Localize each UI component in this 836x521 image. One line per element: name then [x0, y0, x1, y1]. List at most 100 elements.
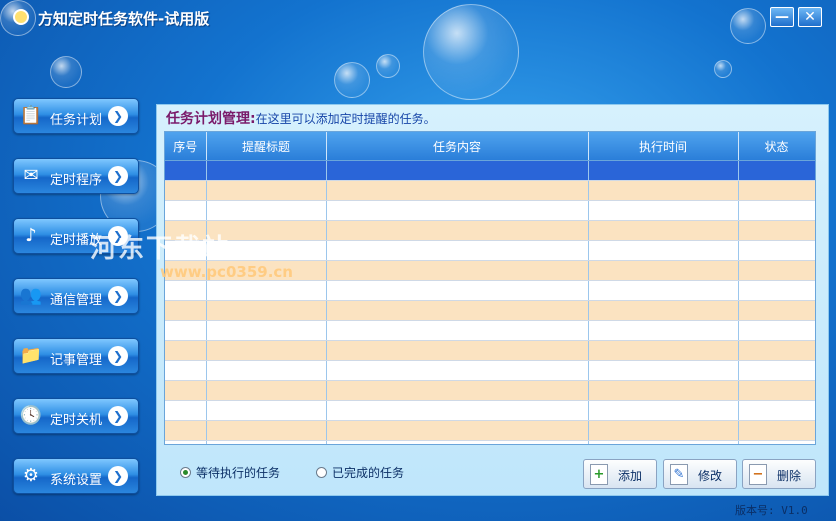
table-cell: [588, 200, 739, 221]
nav-contacts-button[interactable]: 👥 通信管理 ❯: [13, 278, 139, 314]
table-cell: [588, 180, 739, 201]
table-cell: [165, 280, 207, 301]
table-cell: [738, 360, 815, 381]
table-cell: [738, 440, 815, 444]
table-cell: [738, 380, 815, 401]
table-cell: [165, 420, 207, 441]
filter-done-radio[interactable]: 已完成的任务: [316, 464, 404, 481]
table-cell: [165, 440, 207, 444]
bubble-decoration: [376, 54, 400, 78]
nav-timed-playback-button[interactable]: ♪ 定时播放 ❯: [13, 218, 139, 254]
table-cell: [738, 220, 815, 241]
table-header-row: 序号 提醒标题 任务内容 执行时间 状态: [165, 132, 815, 161]
table-cell: [326, 260, 589, 281]
task-plan-panel: 任务计划管理:在这里可以添加定时提醒的任务。 序号 提醒标题 任务内容 执行时间…: [156, 104, 829, 496]
column-header-index[interactable]: 序号: [165, 132, 207, 161]
column-header-time[interactable]: 执行时间: [588, 132, 739, 161]
table-row[interactable]: [165, 240, 815, 261]
table-cell: [738, 200, 815, 221]
table-cell: [206, 420, 327, 441]
bubble-decoration: [714, 60, 732, 78]
nav-label: 记事管理: [50, 353, 103, 368]
table-cell: [165, 300, 207, 321]
clock-icon: [13, 9, 29, 25]
table-row[interactable]: [165, 160, 815, 181]
table-row[interactable]: [165, 220, 815, 241]
task-table[interactable]: 序号 提醒标题 任务内容 执行时间 状态: [164, 131, 816, 445]
table-cell: [738, 340, 815, 361]
nav-notes-button[interactable]: 📁 记事管理 ❯: [13, 338, 139, 374]
column-header-content[interactable]: 任务内容: [326, 132, 589, 161]
table-cell: [326, 420, 589, 441]
version-label: 版本号: V1.0: [735, 504, 808, 517]
table-row[interactable]: [165, 320, 815, 341]
chevron-right-icon: ❯: [108, 466, 128, 486]
table-cell: [738, 280, 815, 301]
table-row[interactable]: [165, 440, 815, 444]
table-cell: [326, 400, 589, 421]
table-cell: [206, 300, 327, 321]
minimize-button[interactable]: —: [770, 7, 794, 27]
column-header-title[interactable]: 提醒标题: [206, 132, 327, 161]
table-cell: [326, 380, 589, 401]
table-cell: [588, 320, 739, 341]
table-row[interactable]: [165, 300, 815, 321]
music-note-icon: ♪: [25, 225, 37, 246]
delete-button[interactable]: − 删除: [742, 459, 816, 489]
table-cell: [588, 280, 739, 301]
table-cell: [326, 360, 589, 381]
table-cell: [206, 260, 327, 281]
table-cell: [165, 320, 207, 341]
table-cell: [326, 160, 589, 181]
close-button[interactable]: ✕: [798, 7, 822, 27]
table-cell: [588, 380, 739, 401]
filter-pending-radio[interactable]: 等待执行的任务: [180, 464, 280, 481]
table-row[interactable]: [165, 260, 815, 281]
table-cell: [738, 320, 815, 341]
clock-icon: 🕓: [19, 405, 43, 426]
table-row[interactable]: [165, 180, 815, 201]
column-header-status[interactable]: 状态: [738, 132, 815, 161]
table-row[interactable]: [165, 400, 815, 421]
table-row[interactable]: [165, 200, 815, 221]
table-cell: [738, 260, 815, 281]
table-cell: [165, 400, 207, 421]
table-row[interactable]: [165, 340, 815, 361]
folder-icon: 📁: [19, 345, 43, 366]
table-cell: [206, 240, 327, 261]
table-cell: [738, 180, 815, 201]
table-cell: [206, 440, 327, 444]
table-row[interactable]: [165, 420, 815, 441]
add-button[interactable]: + 添加: [583, 459, 657, 489]
table-cell: [588, 400, 739, 421]
panel-title: 任务计划管理:: [166, 111, 256, 127]
table-cell: [738, 160, 815, 181]
table-cell: [206, 320, 327, 341]
table-cell: [588, 360, 739, 381]
chevron-right-icon: ❯: [108, 226, 128, 246]
users-icon: 👥: [19, 285, 43, 306]
nav-settings-button[interactable]: ⚙ 系统设置 ❯: [13, 458, 139, 494]
nav-shutdown-button[interactable]: 🕓 定时关机 ❯: [13, 398, 139, 434]
edit-button[interactable]: ✎ 修改: [663, 459, 737, 489]
table-cell: [165, 220, 207, 241]
panel-description: 在这里可以添加定时提醒的任务。: [255, 112, 436, 126]
table-cell: [326, 180, 589, 201]
table-row[interactable]: [165, 360, 815, 381]
delete-document-icon: −: [749, 464, 767, 485]
nav-task-plan-button[interactable]: 📋 任务计划 ❯: [13, 98, 139, 134]
table-cell: [206, 160, 327, 181]
gear-icon: ⚙: [22, 465, 40, 486]
nav-timed-program-button[interactable]: ✉ 定时程序 ❯: [13, 158, 139, 194]
window-title: 方知定时任务软件-试用版: [38, 10, 210, 28]
table-cell: [206, 340, 327, 361]
table-cell: [165, 180, 207, 201]
table-cell: [326, 300, 589, 321]
table-cell: [326, 220, 589, 241]
table-row[interactable]: [165, 380, 815, 401]
table-cell: [206, 380, 327, 401]
table-cell: [588, 160, 739, 181]
table-cell: [326, 280, 589, 301]
table-cell: [738, 420, 815, 441]
table-row[interactable]: [165, 280, 815, 301]
